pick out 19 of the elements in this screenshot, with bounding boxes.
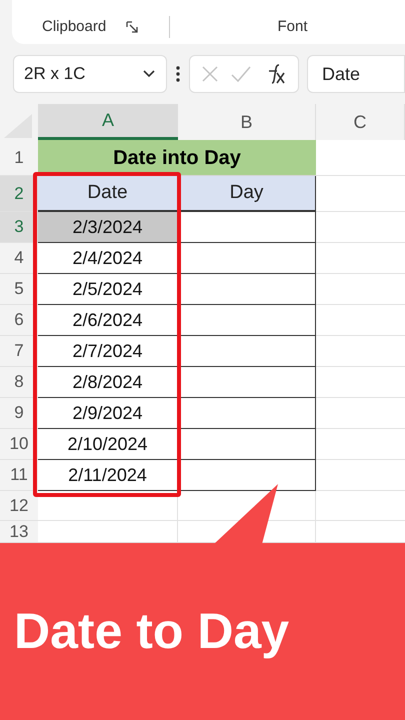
title-cell-text: Date into Day (113, 146, 241, 170)
dialog-launcher-icon[interactable] (126, 20, 138, 33)
column-heading: Date (87, 180, 128, 205)
column-header[interactable]: C (316, 104, 405, 140)
name-box[interactable]: 2R x 1C (13, 55, 167, 93)
more-options-icon[interactable] (175, 65, 181, 83)
formula-field[interactable]: Date (307, 55, 405, 93)
column-header[interactable]: A (38, 104, 178, 140)
row-header[interactable]: 13 (0, 521, 38, 543)
table-cell: 2/3/2024 (38, 212, 178, 243)
caption-banner: Date to Day (0, 543, 405, 720)
ribbon-group-label: Clipboard (42, 16, 106, 36)
ribbon-group-label: Font (277, 16, 308, 36)
row-header[interactable]: 12 (0, 491, 38, 521)
checkmark-icon[interactable] (230, 65, 252, 83)
column-heading: Day (230, 180, 264, 205)
row-header[interactable]: 1 (0, 140, 38, 176)
callout-pointer (214, 484, 280, 544)
chevron-down-icon[interactable] (142, 69, 156, 79)
